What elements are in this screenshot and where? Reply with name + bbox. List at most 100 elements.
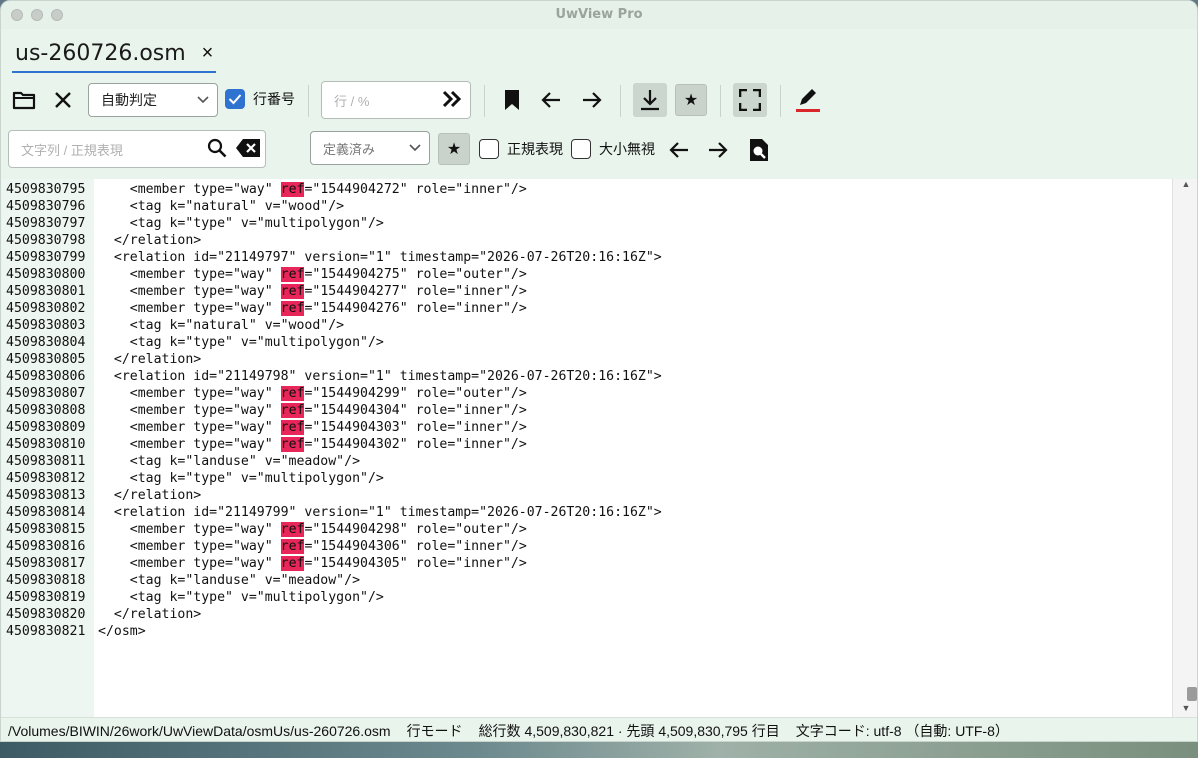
line-number: 4509830810 <box>6 437 86 452</box>
preset-select[interactable]: 定義済み <box>310 131 430 165</box>
fullscreen-icon[interactable] <box>733 83 767 117</box>
line-text: <member type="way" ref="1544904275" role… <box>98 267 527 282</box>
code-line: 4509830819 <tag k="type" v="multipolygon… <box>6 590 662 607</box>
find-in-document-icon[interactable] <box>745 136 773 164</box>
star-icon[interactable]: ★ <box>675 84 707 116</box>
tab-close-icon[interactable]: × <box>202 43 214 63</box>
search-match-highlight: ref <box>280 420 305 435</box>
line-number: 4509830821 <box>6 624 86 639</box>
folder-icon[interactable] <box>10 86 38 114</box>
line-text: <tag k="natural" v="wood"/> <box>98 199 345 214</box>
line-text: <member type="way" ref="1544904276" role… <box>98 301 527 316</box>
line-number: 4509830805 <box>6 352 86 367</box>
code-line: 4509830802 <member type="way" ref="15449… <box>6 301 662 318</box>
search-match-highlight: ref <box>280 386 305 401</box>
line-text: <tag k="type" v="multipolygon"/> <box>98 335 384 350</box>
line-numbers-checkbox[interactable] <box>225 89 245 109</box>
code-line: 4509830800 <member type="way" ref="15449… <box>6 267 662 284</box>
main-toolbar: 自動判定 行番号 行 / % ★ <box>1 75 1197 125</box>
preset-star-icon[interactable]: ★ <box>438 133 470 165</box>
toolbar-divider <box>620 85 621 117</box>
goto-line-input[interactable]: 行 / % <box>321 81 471 119</box>
mode-select-value: 自動判定 <box>101 92 157 108</box>
line-number: 4509830811 <box>6 454 86 469</box>
close-file-icon[interactable] <box>49 86 77 114</box>
arrow-left-icon[interactable] <box>537 86 565 114</box>
line-text: <member type="way" ref="1544904298" role… <box>98 522 527 537</box>
line-text: <member type="way" ref="1544904299" role… <box>98 386 527 401</box>
regex-toggle[interactable]: 正規表現 <box>479 139 563 159</box>
encoding: 文字コード: utf-8 （自動: UTF-8） <box>795 722 1009 739</box>
search-match-highlight: ref <box>280 522 305 537</box>
search-match-highlight: ref <box>280 301 305 316</box>
line-number: 4509830815 <box>6 522 86 537</box>
search-match-highlight: ref <box>280 284 305 299</box>
status-bar: /Volumes/BIWIN/26work/UwViewData/osmUs/u… <box>1 717 1197 741</box>
search-actions <box>207 138 261 161</box>
chevron-down-icon <box>409 141 421 155</box>
line-text: <member type="way" ref="1544904304" role… <box>98 403 527 418</box>
line-text: <member type="way" ref="1544904305" role… <box>98 556 527 571</box>
code-line: 4509830816 <member type="way" ref="15449… <box>6 539 662 556</box>
code-line: 4509830817 <member type="way" ref="15449… <box>6 556 662 573</box>
line-number: 4509830814 <box>6 505 86 520</box>
line-text: <tag k="natural" v="wood"/> <box>98 318 345 333</box>
ignore-case-toggle[interactable]: 大小無視 <box>571 139 655 159</box>
line-text: <member type="way" ref="1544904302" role… <box>98 437 527 452</box>
search-next-icon[interactable] <box>704 136 732 164</box>
code-line: 4509830805 </relation> <box>6 352 662 369</box>
code-line: 4509830814 <relation id="21149799" versi… <box>6 505 662 522</box>
arrow-right-icon[interactable] <box>578 86 606 114</box>
app-window: UwView Pro us-260726.osm × 自動判定 行番号 行 / … <box>0 0 1198 742</box>
line-text: <member type="way" ref="1544904306" role… <box>98 539 527 554</box>
line-number: 4509830803 <box>6 318 86 333</box>
code-line: 4509830801 <member type="way" ref="15449… <box>6 284 662 301</box>
line-text: <member type="way" ref="1544904277" role… <box>98 284 527 299</box>
pen-icon[interactable] <box>795 85 821 115</box>
ignore-case-checkbox[interactable] <box>571 139 591 159</box>
code-line: 4509830804 <tag k="type" v="multipolygon… <box>6 335 662 352</box>
line-numbers-toggle[interactable]: 行番号 <box>225 89 295 109</box>
code-line: 4509830809 <member type="way" ref="15449… <box>6 420 662 437</box>
line-number: 4509830813 <box>6 488 86 503</box>
line-number: 4509830802 <box>6 301 86 316</box>
pen-color-bar <box>796 109 820 112</box>
code-line: 4509830806 <relation id="21149798" versi… <box>6 369 662 386</box>
search-input[interactable]: 文字列 / 正規表現 <box>8 130 266 168</box>
search-placeholder: 文字列 / 正規表現 <box>21 142 123 158</box>
mode-select[interactable]: 自動判定 <box>88 83 218 117</box>
code-line: 4509830797 <tag k="type" v="multipolygon… <box>6 216 662 233</box>
code-line: 4509830799 <relation id="21149797" versi… <box>6 250 662 267</box>
code-line: 4509830821 </osm> <box>6 624 662 641</box>
search-match-highlight: ref <box>280 403 305 418</box>
line-text: <member type="way" ref="1544904303" role… <box>98 420 527 435</box>
line-text: <member type="way" ref="1544904272" role… <box>98 182 527 197</box>
search-match-highlight: ref <box>280 182 305 197</box>
code-line: 4509830807 <member type="way" ref="15449… <box>6 386 662 403</box>
vertical-scrollbar[interactable]: ▲ ▼ <box>1172 179 1197 717</box>
code-line: 4509830803 <tag k="natural" v="wood"/> <box>6 318 662 335</box>
line-number: 4509830807 <box>6 386 86 401</box>
line-number: 4509830797 <box>6 216 86 231</box>
text-editor[interactable]: 4509830795 <member type="way" ref="15449… <box>2 179 1197 717</box>
search-prev-icon[interactable] <box>665 136 693 164</box>
code-line: 4509830810 <member type="way" ref="15449… <box>6 437 662 454</box>
code-line: 4509830808 <member type="way" ref="15449… <box>6 403 662 420</box>
scroll-down-icon[interactable]: ▼ <box>1173 703 1197 717</box>
search-icon[interactable] <box>207 138 227 161</box>
tab-bar: us-260726.osm × <box>1 29 1197 75</box>
bookmark-icon[interactable] <box>498 86 526 114</box>
line-number: 4509830812 <box>6 471 86 486</box>
jump-icon[interactable] <box>442 90 462 111</box>
toolbar-divider <box>308 85 309 117</box>
line-number: 4509830795 <box>6 182 86 197</box>
download-icon[interactable] <box>633 83 667 117</box>
line-number: 4509830799 <box>6 250 86 265</box>
scrollbar-thumb[interactable] <box>1187 687 1197 701</box>
tab-file[interactable]: us-260726.osm × <box>12 35 217 73</box>
scroll-up-icon[interactable]: ▲ <box>1173 179 1197 193</box>
clear-search-icon[interactable] <box>235 138 261 161</box>
view-mode: 行モード <box>406 722 463 739</box>
regex-checkbox[interactable] <box>479 139 499 159</box>
line-number: 4509830798 <box>6 233 86 248</box>
